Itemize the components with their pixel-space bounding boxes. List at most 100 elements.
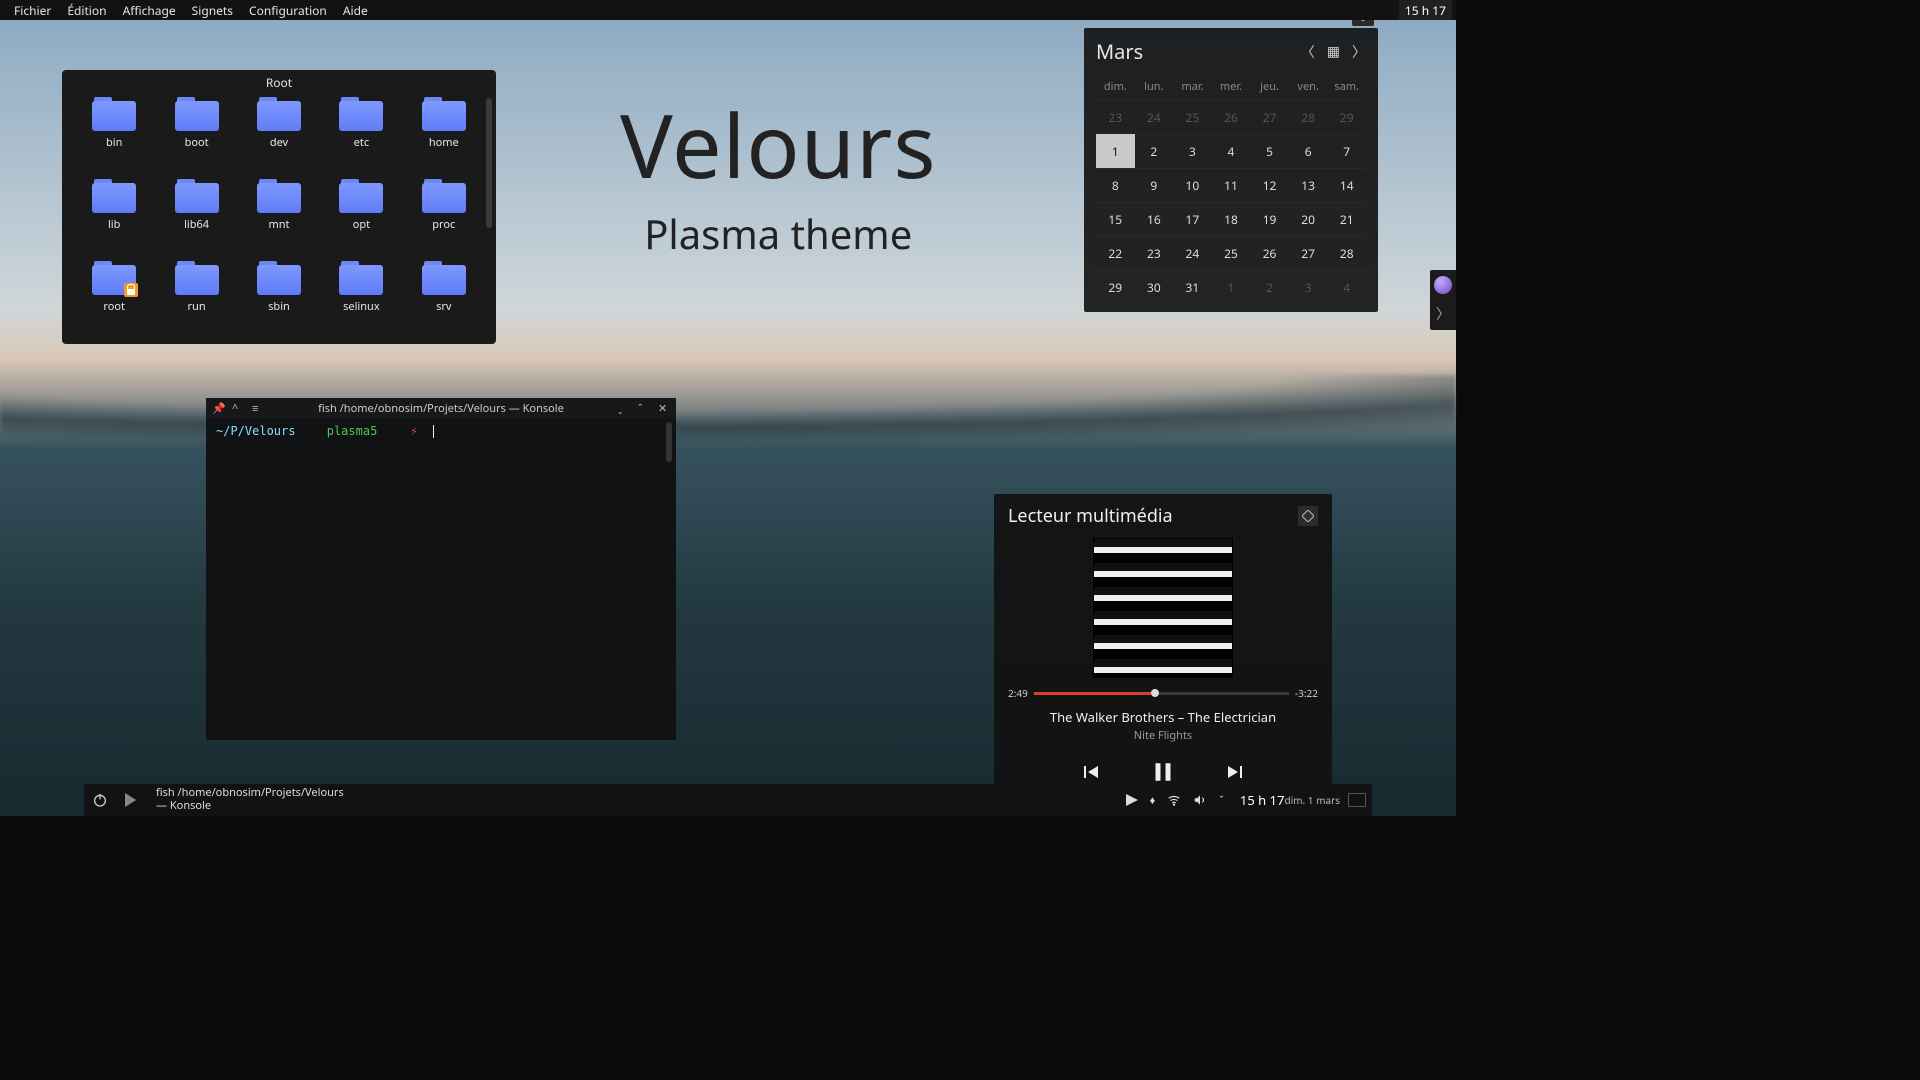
calendar-day[interactable]: 30 — [1135, 270, 1174, 304]
calendar-day[interactable]: 12 — [1250, 168, 1289, 202]
calendar-day[interactable]: 24 — [1173, 236, 1212, 270]
menu-affichage[interactable]: Affichage — [115, 0, 184, 21]
calendar-day[interactable]: 2 — [1250, 270, 1289, 304]
folder-lib64[interactable]: lib64 — [158, 177, 234, 253]
menu-configuration[interactable]: Configuration — [241, 0, 335, 21]
calendar-day[interactable]: 4 — [1212, 134, 1251, 168]
keep-above-icon[interactable]: ^ — [232, 401, 244, 416]
calendar-day[interactable]: 16 — [1135, 202, 1174, 236]
calendar-day[interactable]: 3 — [1289, 270, 1328, 304]
folder-opt[interactable]: opt — [323, 177, 399, 253]
file-manager-title: Root — [62, 70, 496, 95]
folder-srv[interactable]: srv — [406, 259, 482, 335]
calendar-day[interactable]: 20 — [1289, 202, 1328, 236]
calendar-day[interactable]: 11 — [1212, 168, 1251, 202]
folder-sbin[interactable]: sbin — [241, 259, 317, 335]
calendar-day[interactable]: 14 — [1327, 168, 1366, 202]
calendar-prev-icon[interactable]: 〈 — [1301, 42, 1315, 62]
calendar-day[interactable]: 10 — [1173, 168, 1212, 202]
calendar-day[interactable]: 8 — [1096, 168, 1135, 202]
folder-selinux[interactable]: selinux — [323, 259, 399, 335]
calendar-day[interactable]: 31 — [1173, 270, 1212, 304]
folder-dev[interactable]: dev — [241, 95, 317, 171]
calendar-day[interactable]: 13 — [1289, 168, 1328, 202]
window-menu-icon[interactable]: ≡ — [252, 401, 264, 416]
folder-bin[interactable]: bin — [76, 95, 152, 171]
terminal-body[interactable]: ~/P/Velours plasma5 ⚡ — [206, 418, 676, 444]
tray-app-icon[interactable] — [1434, 276, 1452, 294]
next-track-icon[interactable] — [1224, 760, 1248, 784]
tray-expand-icon[interactable]: 〉 — [1436, 304, 1450, 324]
taskbar-entry-konsole[interactable]: fish /home/obnosim/Projets/Velours — Kon… — [148, 784, 352, 816]
calendar-day[interactable]: 23 — [1096, 100, 1135, 134]
calendar-day[interactable]: 1 — [1212, 270, 1251, 304]
calendar-day[interactable]: 3 — [1173, 134, 1212, 168]
folder-home[interactable]: home — [406, 95, 482, 171]
calendar-day[interactable]: 26 — [1250, 236, 1289, 270]
menu-aide[interactable]: Aide — [335, 0, 376, 21]
bulb-icon[interactable]: ♦ — [1150, 793, 1156, 808]
maximize-icon[interactable]: ˆ — [638, 401, 650, 416]
panel-clock[interactable]: 15 h 17 dim. 1 mars — [1232, 784, 1348, 816]
pause-icon[interactable] — [1148, 757, 1178, 787]
volume-icon[interactable] — [1193, 793, 1207, 807]
calendar-day[interactable]: 6 — [1289, 134, 1328, 168]
power-icon[interactable] — [84, 784, 116, 816]
minimize-icon[interactable]: ˬ — [618, 401, 630, 416]
calendar-day[interactable]: 26 — [1212, 100, 1251, 134]
terminal-window[interactable]: 📌 ^ ≡ fish /home/obnosim/Projets/Velours… — [206, 398, 676, 740]
prev-track-icon[interactable] — [1078, 760, 1102, 784]
theme-name: Velours — [620, 100, 937, 188]
calendar-day[interactable]: 28 — [1327, 236, 1366, 270]
folder-mnt[interactable]: mnt — [241, 177, 317, 253]
folder-lib[interactable]: lib — [76, 177, 152, 253]
menu-signets[interactable]: Signets — [184, 0, 241, 21]
file-manager-window[interactable]: Root binbootdevetchome liblib64mntoptproc… — [62, 70, 496, 344]
calendar-day[interactable]: 15 — [1096, 202, 1135, 236]
calendar-day[interactable]: 18 — [1212, 202, 1251, 236]
calendar-day[interactable]: 5 — [1250, 134, 1289, 168]
calendar-day[interactable]: 17 — [1173, 202, 1212, 236]
folder-run[interactable]: run — [158, 259, 234, 335]
folder-proc[interactable]: proc — [406, 177, 482, 253]
show-desktop-icon[interactable] — [1348, 784, 1372, 816]
calendar-day[interactable]: 27 — [1289, 236, 1328, 270]
calendar-day[interactable]: 29 — [1327, 100, 1366, 134]
file-manager-scrollbar[interactable] — [486, 98, 492, 228]
calendar-day[interactable]: 29 — [1096, 270, 1135, 304]
terminal-scrollbar[interactable] — [666, 422, 672, 462]
calendar-day[interactable]: 28 — [1289, 100, 1328, 134]
folder-root[interactable]: root — [76, 259, 152, 335]
calendar-day[interactable]: 23 — [1135, 236, 1174, 270]
calendar-next-icon[interactable]: 〉 — [1352, 42, 1366, 62]
calendar-day[interactable]: 27 — [1250, 100, 1289, 134]
menu-fichier[interactable]: Fichier — [6, 0, 59, 21]
clock-top[interactable]: 15 h 17 — [1399, 0, 1452, 20]
folder-etc[interactable]: etc — [323, 95, 399, 171]
calendar-day[interactable]: 7 — [1327, 134, 1366, 168]
tray-expand-icon[interactable]: ˇ — [1219, 793, 1224, 808]
calendar-day[interactable]: 1 — [1096, 134, 1135, 168]
calendar-day[interactable]: 25 — [1212, 236, 1251, 270]
folder-label: root — [103, 299, 125, 314]
close-icon[interactable]: ✕ — [658, 401, 670, 416]
calendar-today-icon[interactable]: ▦ — [1327, 42, 1340, 61]
calendar-day[interactable]: 21 — [1327, 202, 1366, 236]
calendar-day[interactable]: 24 — [1135, 100, 1174, 134]
folder-boot[interactable]: boot — [158, 95, 234, 171]
calendar-day[interactable]: 4 — [1327, 270, 1366, 304]
launcher-icon[interactable] — [116, 784, 148, 816]
progress-bar[interactable] — [1034, 692, 1289, 695]
calendar-day[interactable]: 25 — [1173, 100, 1212, 134]
pin-icon[interactable] — [1298, 506, 1318, 526]
wifi-icon[interactable] — [1167, 793, 1181, 807]
calendar-day[interactable]: 9 — [1135, 168, 1174, 202]
calendar-day[interactable]: 22 — [1096, 236, 1135, 270]
album-art[interactable] — [1093, 538, 1233, 678]
play-indicator-icon[interactable] — [1126, 794, 1138, 806]
calendar-day[interactable]: 2 — [1135, 134, 1174, 168]
calendar-day[interactable]: 19 — [1250, 202, 1289, 236]
terminal-titlebar[interactable]: 📌 ^ ≡ fish /home/obnosim/Projets/Velours… — [206, 398, 676, 418]
pin-icon[interactable]: 📌 — [212, 401, 224, 416]
menu-edition[interactable]: Édition — [59, 0, 114, 21]
